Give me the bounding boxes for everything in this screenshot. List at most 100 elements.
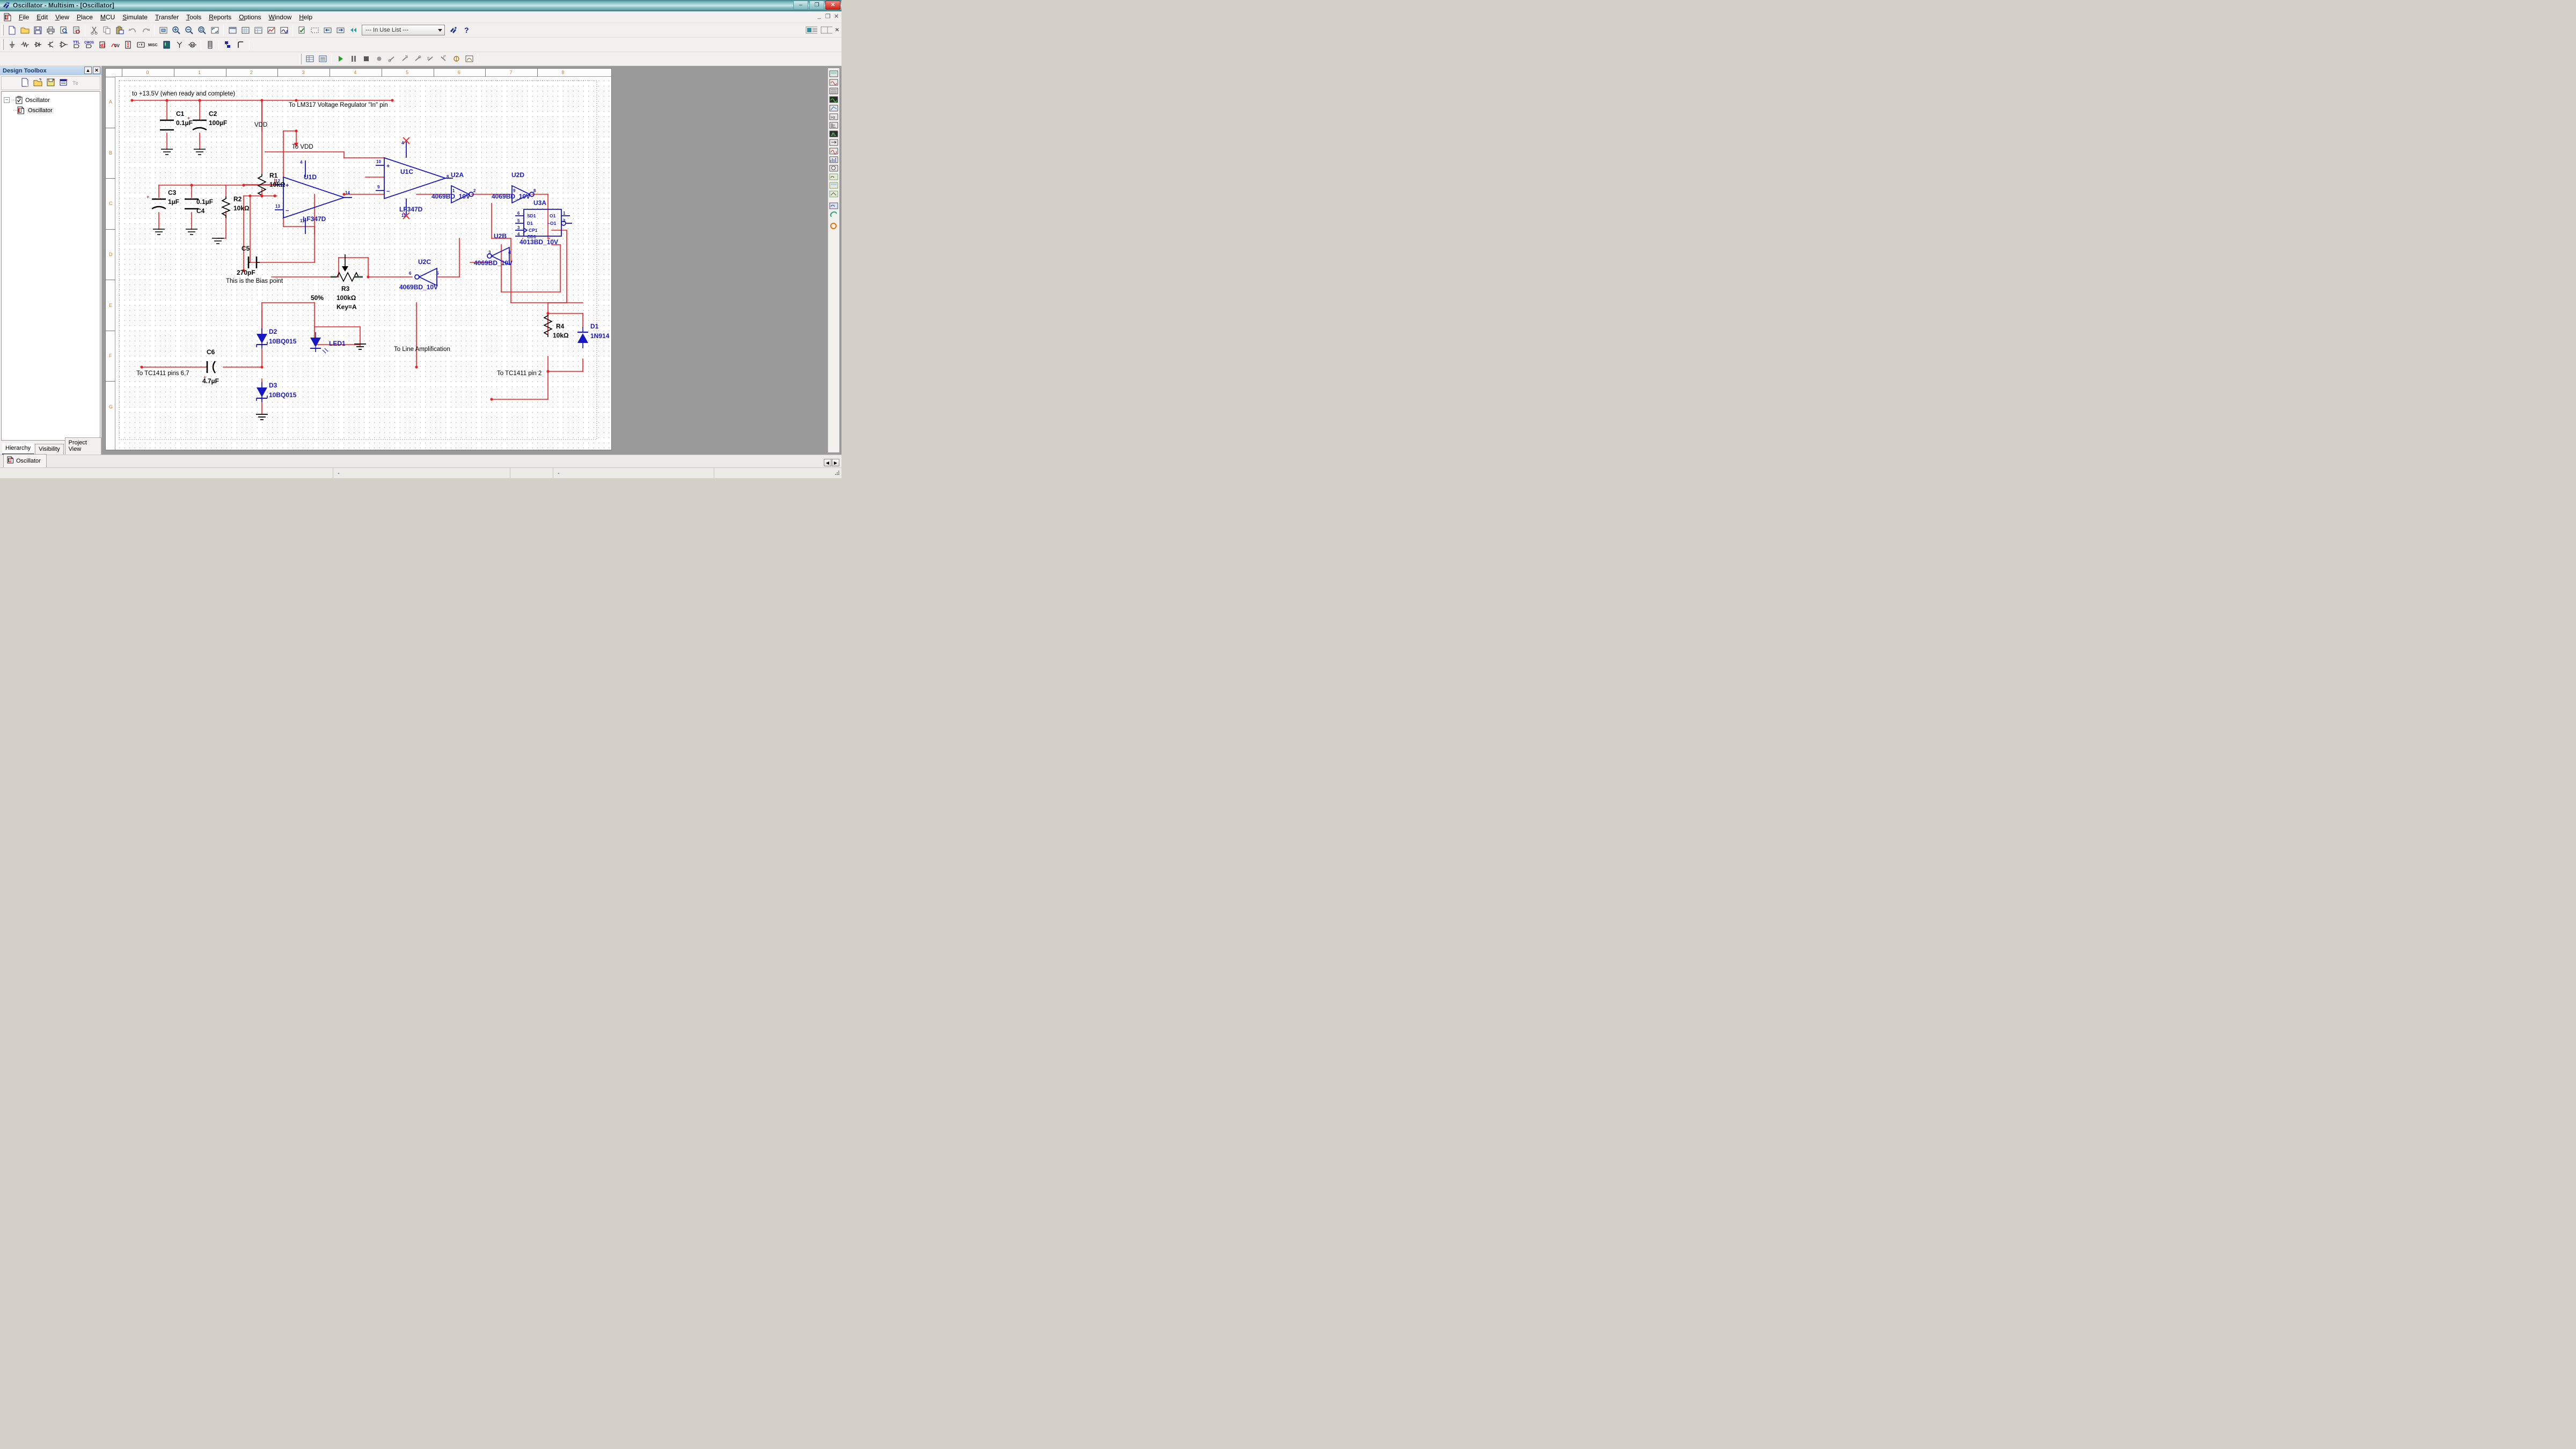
ladder-diagram-icon[interactable] — [204, 39, 216, 50]
toggle-fullscreen-icon[interactable] — [226, 24, 238, 36]
postprocessor-icon[interactable] — [278, 24, 290, 36]
toolbar-close-button[interactable]: ✕ — [835, 27, 839, 33]
power-probe-icon[interactable] — [412, 53, 423, 65]
menu-transfer[interactable]: Transfer — [151, 12, 182, 23]
tektronix-oscilloscope-icon[interactable] — [829, 202, 838, 209]
advanced-peripherals-icon[interactable] — [160, 39, 172, 50]
menu-edit[interactable]: Edit — [33, 12, 52, 23]
multisim-help-icon[interactable] — [448, 24, 459, 36]
menu-window[interactable]: Window — [265, 12, 296, 23]
stop-simulation-icon[interactable] — [360, 53, 372, 65]
list-view-icon[interactable] — [317, 53, 328, 65]
pause-simulation-icon[interactable] — [347, 53, 359, 65]
misc-digital-icon[interactable]: d1 — [96, 39, 108, 50]
measurement-probe-icon[interactable] — [373, 53, 385, 65]
diode-icon[interactable] — [32, 39, 43, 50]
new-document-icon[interactable] — [6, 24, 18, 36]
power-components-icon[interactable] — [135, 39, 147, 50]
save-project-icon[interactable] — [46, 78, 55, 89]
menu-help[interactable]: Help — [295, 12, 316, 23]
zoom-out-icon[interactable] — [183, 24, 195, 36]
toolbar-layout-icon[interactable] — [821, 24, 832, 36]
mdi-close-button[interactable]: ✕ — [833, 13, 840, 20]
tree-row-sheet[interactable]: ⋯ Oscillator — [4, 105, 98, 115]
open-folder-icon[interactable] — [19, 24, 31, 36]
bode-plotter-icon[interactable] — [829, 105, 838, 112]
mdi-window-controls[interactable]: _ ❐ ✕ — [816, 13, 840, 20]
print-preview-icon[interactable] — [57, 24, 69, 36]
logic-analyzer-icon[interactable] — [829, 130, 838, 137]
redo-icon[interactable] — [140, 24, 151, 36]
open-project-icon[interactable] — [33, 78, 42, 89]
grid-view-icon[interactable] — [304, 53, 316, 65]
basic-components-icon[interactable] — [19, 39, 31, 50]
current-probe-icon[interactable] — [386, 53, 398, 65]
new-project-icon[interactable] — [20, 78, 30, 89]
current-clamp-icon[interactable] — [829, 211, 838, 218]
sheet-tab-scroll-controls[interactable]: ◀ ▶ — [824, 459, 839, 466]
back-annotate-icon[interactable] — [321, 24, 333, 36]
close-project-icon[interactable] — [59, 78, 68, 89]
grid-toggle-icon[interactable] — [239, 24, 251, 36]
zoom-fit-icon[interactable] — [157, 24, 169, 36]
undo-icon[interactable] — [127, 24, 138, 36]
menu-file[interactable]: File — [15, 12, 33, 23]
design-hierarchy-tree[interactable]: − ⋯ Oscillator ⋯ Oscillator — [1, 91, 100, 441]
run-simulation-icon[interactable] — [334, 53, 346, 65]
tree-expander-icon[interactable]: − — [4, 97, 10, 103]
menu-view[interactable]: View — [52, 12, 73, 23]
graph-icon[interactable] — [265, 24, 277, 36]
agilent-oscilloscope-icon[interactable] — [829, 191, 838, 197]
close-button[interactable]: ✕ — [825, 1, 840, 10]
differential-probe-icon[interactable] — [425, 53, 436, 65]
labview-instruments-icon[interactable] — [829, 223, 838, 230]
misc-icon[interactable]: MISC — [148, 39, 159, 50]
window-controls[interactable]: – ❐ ✕ — [793, 1, 840, 10]
erc-check-icon[interactable] — [296, 24, 308, 36]
in-use-list-prev-icon[interactable] — [347, 24, 359, 36]
network-analyzer-icon[interactable] — [829, 165, 838, 172]
word-generator-icon[interactable] — [829, 122, 838, 129]
wattmeter-icon[interactable] — [829, 87, 838, 94]
ttl-icon[interactable]: TTL — [70, 39, 82, 50]
source-icon[interactable] — [6, 39, 18, 50]
close-icon[interactable]: ✕ — [93, 67, 100, 74]
scroll-left-icon[interactable]: ◀ — [824, 459, 831, 466]
bus-icon[interactable] — [235, 39, 246, 50]
menu-options[interactable]: Options — [235, 12, 265, 23]
frequency-counter-icon[interactable]: Hz — [829, 113, 838, 120]
table-view-icon[interactable] — [252, 24, 264, 36]
distortion-analyzer-icon[interactable] — [829, 148, 838, 155]
find-icon[interactable] — [70, 24, 82, 36]
copy-icon[interactable] — [101, 24, 113, 36]
analysis-icon[interactable] — [463, 53, 475, 65]
print-icon[interactable] — [45, 24, 56, 36]
mdi-minimize-button[interactable]: _ — [816, 13, 823, 20]
agilent-multimeter-icon[interactable] — [829, 182, 838, 189]
spectrum-analyzer-icon[interactable] — [829, 156, 838, 163]
indicators-icon[interactable] — [122, 39, 134, 50]
agilent-function-gen-icon[interactable] — [829, 173, 838, 180]
scroll-right-icon[interactable]: ▶ — [832, 459, 839, 466]
help-question-icon[interactable]: ? — [460, 24, 472, 36]
menu-reports[interactable]: Reports — [205, 12, 235, 23]
paste-icon[interactable] — [114, 24, 126, 36]
toolbar-grip[interactable] — [299, 53, 302, 64]
forward-annotate-icon[interactable] — [334, 24, 346, 36]
interactive-simulation-icon[interactable] — [450, 53, 462, 65]
schematic-canvas[interactable]: + + + − + − + to +13.5V (when ready and … — [116, 77, 611, 449]
mixed-components-icon[interactable]: 0V — [109, 39, 121, 50]
multimeter-icon[interactable] — [829, 70, 838, 77]
minimize-button[interactable]: – — [793, 1, 808, 10]
voltage-probe-icon[interactable] — [399, 53, 411, 65]
electro-mechanical-icon[interactable]: M — [186, 39, 198, 50]
maximize-button[interactable]: ❐ — [809, 1, 824, 10]
hierarchical-block-icon[interactable] — [222, 39, 233, 50]
toolbar-grip[interactable] — [2, 25, 4, 35]
sheet-tab-oscillator[interactable]: Oscillator — [3, 454, 47, 467]
save-icon[interactable] — [32, 24, 43, 36]
toolbar-grip[interactable] — [2, 39, 4, 50]
menu-simulate[interactable]: Simulate — [119, 12, 151, 23]
mdi-restore-button[interactable]: ❐ — [824, 13, 831, 20]
collapse-icon[interactable]: ▲ — [84, 67, 92, 74]
